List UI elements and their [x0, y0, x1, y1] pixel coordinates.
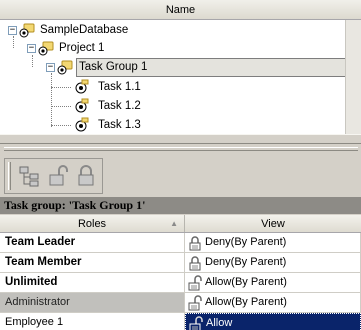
unlock-icon	[49, 165, 68, 186]
toolbar-grip[interactable]	[8, 162, 11, 190]
role-cell: Administrator	[0, 293, 185, 312]
role-cell: Team Leader	[0, 233, 185, 252]
permission-label: Deny(By Parent)	[205, 256, 287, 268]
tree-connector	[51, 87, 71, 88]
tree-node-label: SampleDatabase	[40, 24, 129, 36]
splitter-grip[interactable]	[4, 147, 358, 151]
tree-node-label: Task 1.1	[98, 81, 141, 93]
role-cell: Unlimited	[0, 273, 185, 292]
view-permission-cell[interactable]: Allow(By Parent)	[185, 273, 361, 292]
lock-icon	[78, 165, 94, 186]
hierarchy-button[interactable]	[17, 162, 43, 190]
grid-row[interactable]: Team Member Deny(By Parent)	[0, 253, 361, 273]
view-permission-cell[interactable]: Deny(By Parent)	[185, 253, 361, 272]
roles-column-header[interactable]: Roles ▲	[0, 215, 185, 232]
permission-label: Deny(By Parent)	[205, 236, 287, 248]
grid-row[interactable]: Employee 1 Allow	[0, 313, 361, 330]
tree-node-label: Task Group 1	[76, 58, 360, 77]
grid-header-row: Roles ▲ View	[0, 215, 361, 233]
project-folder-icon	[38, 41, 54, 56]
tree-panel: Name − SampleDatabase − Project 1 − Task…	[0, 0, 361, 134]
tree-node-label: Project 1	[59, 42, 105, 54]
tree-connector	[13, 36, 14, 48]
grid-row-selected[interactable]: Administrator Allow(By Parent)	[0, 293, 361, 313]
unlocked-icon	[188, 295, 202, 311]
permission-label: Allow	[206, 317, 233, 329]
tree-scrollbar[interactable]	[345, 20, 361, 134]
role-cell: Team Member	[0, 253, 185, 272]
tree-connector	[51, 125, 71, 126]
tree-connector	[32, 55, 33, 67]
locked-icon	[189, 236, 201, 251]
permission-label: Allow(By Parent)	[205, 276, 287, 288]
permissions-grid: Roles ▲ View Team Leader Deny(By Parent)…	[0, 215, 361, 330]
grid-row[interactable]: Team Leader Deny(By Parent)	[0, 233, 361, 253]
collapse-icon[interactable]: −	[27, 44, 36, 53]
tree-connector	[51, 73, 52, 127]
view-column-header[interactable]: View	[185, 215, 361, 232]
view-header-label: View	[261, 218, 285, 230]
panel-splitter[interactable]	[0, 134, 361, 144]
collapse-icon[interactable]: −	[46, 63, 55, 72]
tree-connector	[51, 106, 71, 107]
unlocked-icon	[189, 316, 203, 330]
permission-label: Allow(By Parent)	[205, 296, 287, 308]
task-icon	[75, 98, 89, 113]
hierarchy-icon	[19, 166, 39, 187]
lock-button[interactable]	[73, 162, 99, 190]
roles-header-label: Roles	[77, 218, 107, 230]
locked-icon	[189, 256, 201, 271]
view-permission-cell[interactable]: Allow(By Parent)	[185, 293, 361, 312]
grid-row[interactable]: Unlimited Allow(By Parent)	[0, 273, 361, 293]
sort-ascending-icon: ▲	[170, 219, 178, 228]
view-permission-cell[interactable]: Deny(By Parent)	[185, 233, 361, 252]
view-permission-cell-selected[interactable]: Allow	[185, 313, 361, 330]
database-folder-icon	[19, 23, 35, 38]
permissions-toolbar	[4, 158, 103, 194]
unlock-button[interactable]	[45, 162, 71, 190]
task-group-caption: Task group: 'Task Group 1'	[0, 197, 361, 214]
tree-node-label: Task 1.3	[98, 119, 141, 131]
role-cell: Employee 1	[0, 313, 185, 330]
task-icon	[75, 79, 89, 94]
task-group-folder-icon	[57, 60, 73, 75]
collapse-icon[interactable]: −	[8, 26, 17, 35]
tree-column-header[interactable]: Name	[0, 0, 361, 20]
tree-node-label: Task 1.2	[98, 100, 141, 112]
tree-column-header-label: Name	[165, 4, 196, 16]
unlocked-icon	[188, 275, 202, 291]
task-icon	[75, 117, 89, 132]
